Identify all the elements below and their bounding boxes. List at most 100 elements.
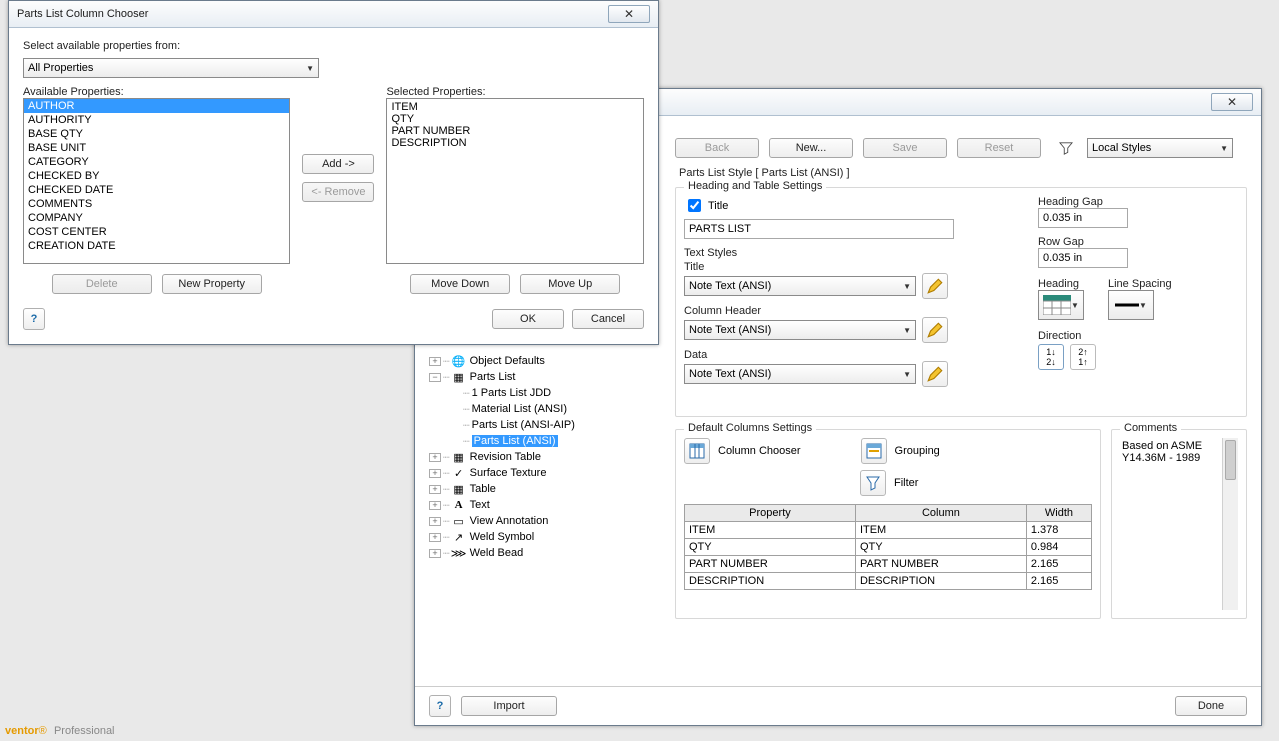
available-item[interactable]: BASE UNIT — [24, 141, 289, 155]
close-button[interactable]: ✕ — [608, 5, 650, 23]
table-cell[interactable]: PART NUMBER — [855, 556, 1026, 573]
table-cell[interactable]: 1.378 — [1026, 522, 1091, 539]
property-source-combo[interactable]: All Properties▼ — [23, 58, 319, 78]
title-input[interactable] — [684, 219, 954, 239]
available-item[interactable]: CREATION DATE — [24, 239, 289, 253]
table-cell[interactable]: DESCRIPTION — [685, 573, 856, 590]
available-item[interactable]: COMPANY — [24, 211, 289, 225]
comments-text[interactable]: Based on ASME Y14.36M - 1989 — [1120, 438, 1222, 610]
style-tree[interactable]: +┈🌐Object Defaults −┈▦Parts List ┈1 Part… — [429, 353, 665, 561]
table-cell[interactable]: 2.165 — [1026, 556, 1091, 573]
col-column-header[interactable]: Column — [855, 505, 1026, 522]
chevron-down-icon: ▼ — [903, 370, 911, 379]
selected-item[interactable]: QTY — [391, 113, 639, 125]
title-checkbox[interactable] — [688, 199, 701, 212]
available-item[interactable]: COST CENTER — [24, 225, 289, 239]
selected-item[interactable]: DESCRIPTION — [391, 137, 639, 149]
tree-text[interactable]: Text — [470, 499, 490, 511]
heading-placement-combo[interactable]: ▼ — [1038, 290, 1084, 320]
edit-colheader-style-button[interactable] — [922, 317, 948, 343]
done-button[interactable]: Done — [1175, 696, 1247, 716]
expand-icon[interactable]: + — [429, 549, 441, 558]
title-style-combo[interactable]: Note Text (ANSI)▼ — [684, 276, 916, 296]
expand-icon[interactable]: + — [429, 469, 441, 478]
add-button[interactable]: Add -> — [302, 154, 374, 174]
move-up-button[interactable]: Move Up — [520, 274, 620, 294]
table-row[interactable]: DESCRIPTIONDESCRIPTION2.165 — [685, 573, 1092, 590]
expand-icon[interactable]: + — [429, 485, 441, 494]
move-down-button[interactable]: Move Down — [410, 274, 510, 294]
table-row[interactable]: ITEMITEM1.378 — [685, 522, 1092, 539]
available-properties-list[interactable]: AUTHORAUTHORITYBASE QTYBASE UNITCATEGORY… — [23, 98, 290, 264]
grouping-button[interactable] — [861, 438, 887, 464]
heading-gap-input[interactable] — [1038, 208, 1128, 228]
available-item[interactable]: COMMENTS — [24, 197, 289, 211]
tree-item-pl1[interactable]: 1 Parts List JDD — [472, 387, 551, 399]
scope-combo[interactable]: Local Styles▼ — [1087, 138, 1233, 158]
help-button[interactable]: ? — [429, 695, 451, 717]
table-row[interactable]: PART NUMBERPART NUMBER2.165 — [685, 556, 1092, 573]
ok-button[interactable]: OK — [492, 309, 564, 329]
new-property-button[interactable]: New Property — [162, 274, 262, 294]
expand-icon[interactable]: + — [429, 533, 441, 542]
column-chooser-button[interactable] — [684, 438, 710, 464]
selected-properties-list[interactable]: ITEMQTYPART NUMBERDESCRIPTION — [386, 98, 644, 264]
tree-parts-list[interactable]: Parts List — [470, 371, 516, 383]
table-cell[interactable]: DESCRIPTION — [855, 573, 1026, 590]
title-checkbox-row[interactable]: Title — [684, 196, 1008, 215]
tree-weld-symbol[interactable]: Weld Symbol — [470, 531, 535, 543]
table-cell[interactable]: QTY — [685, 539, 856, 556]
import-button[interactable]: Import — [461, 696, 557, 716]
selected-item[interactable]: PART NUMBER — [391, 125, 639, 137]
data-style-combo[interactable]: Note Text (ANSI)▼ — [684, 364, 916, 384]
edit-data-style-button[interactable] — [922, 361, 948, 387]
direction-down-button[interactable]: 1↓2↓ — [1038, 344, 1064, 370]
collapse-icon[interactable]: − — [429, 373, 441, 382]
table-cell[interactable]: ITEM — [685, 522, 856, 539]
col-property-header[interactable]: Property — [685, 505, 856, 522]
expand-icon[interactable]: + — [429, 357, 441, 366]
cancel-button[interactable]: Cancel — [572, 309, 644, 329]
expand-icon[interactable]: + — [429, 517, 441, 526]
available-item[interactable]: AUTHOR — [24, 99, 289, 113]
direction-up-button[interactable]: 2↑1↑ — [1070, 344, 1096, 370]
available-item[interactable]: CATEGORY — [24, 155, 289, 169]
tree-item-pl2[interactable]: Material List (ANSI) — [472, 403, 567, 415]
table-cell[interactable]: 0.984 — [1026, 539, 1091, 556]
table-cell[interactable]: 2.165 — [1026, 573, 1091, 590]
table-cell[interactable]: ITEM — [855, 522, 1026, 539]
comments-scrollbar[interactable] — [1222, 438, 1238, 610]
column-header-combo[interactable]: Note Text (ANSI)▼ — [684, 320, 916, 340]
table-cell[interactable]: PART NUMBER — [685, 556, 856, 573]
comments-group: Comments Based on ASME Y14.36M - 1989 — [1111, 429, 1247, 619]
available-item[interactable]: CHECKED BY — [24, 169, 289, 183]
expand-icon[interactable]: + — [429, 453, 441, 462]
line-spacing-combo[interactable]: ▼ — [1108, 290, 1154, 320]
new-button[interactable]: New... — [769, 138, 853, 158]
selected-item[interactable]: ITEM — [391, 101, 639, 113]
available-item[interactable]: CHECKED DATE — [24, 183, 289, 197]
edit-title-style-button[interactable] — [922, 273, 948, 299]
columns-table[interactable]: Property Column Width ITEMITEM1.378QTYQT… — [684, 504, 1092, 590]
available-item[interactable]: AUTHORITY — [24, 113, 289, 127]
filter-icon[interactable] — [1059, 141, 1073, 155]
available-item[interactable]: BASE QTY — [24, 127, 289, 141]
available-label: Available Properties: — [23, 86, 290, 98]
help-button[interactable]: ? — [23, 308, 45, 330]
tree-item-pl4-selected[interactable]: Parts List (ANSI) — [472, 435, 558, 447]
tree-view-annotation[interactable]: View Annotation — [470, 515, 549, 527]
tree-revision-table[interactable]: Revision Table — [470, 451, 541, 463]
table-cell[interactable]: QTY — [855, 539, 1026, 556]
tree-item-pl3[interactable]: Parts List (ANSI-AIP) — [472, 419, 575, 431]
tree-object-defaults[interactable]: Object Defaults — [470, 355, 545, 367]
close-button[interactable]: ✕ — [1211, 93, 1253, 111]
expand-icon[interactable]: + — [429, 501, 441, 510]
tree-weld-bead[interactable]: Weld Bead — [470, 547, 524, 559]
table-row[interactable]: QTYQTY0.984 — [685, 539, 1092, 556]
scrollbar-thumb[interactable] — [1225, 440, 1236, 480]
tree-surface-texture[interactable]: Surface Texture — [470, 467, 547, 479]
filter-button[interactable] — [860, 470, 886, 496]
tree-table[interactable]: Table — [470, 483, 496, 495]
col-width-header[interactable]: Width — [1026, 505, 1091, 522]
row-gap-input[interactable] — [1038, 248, 1128, 268]
